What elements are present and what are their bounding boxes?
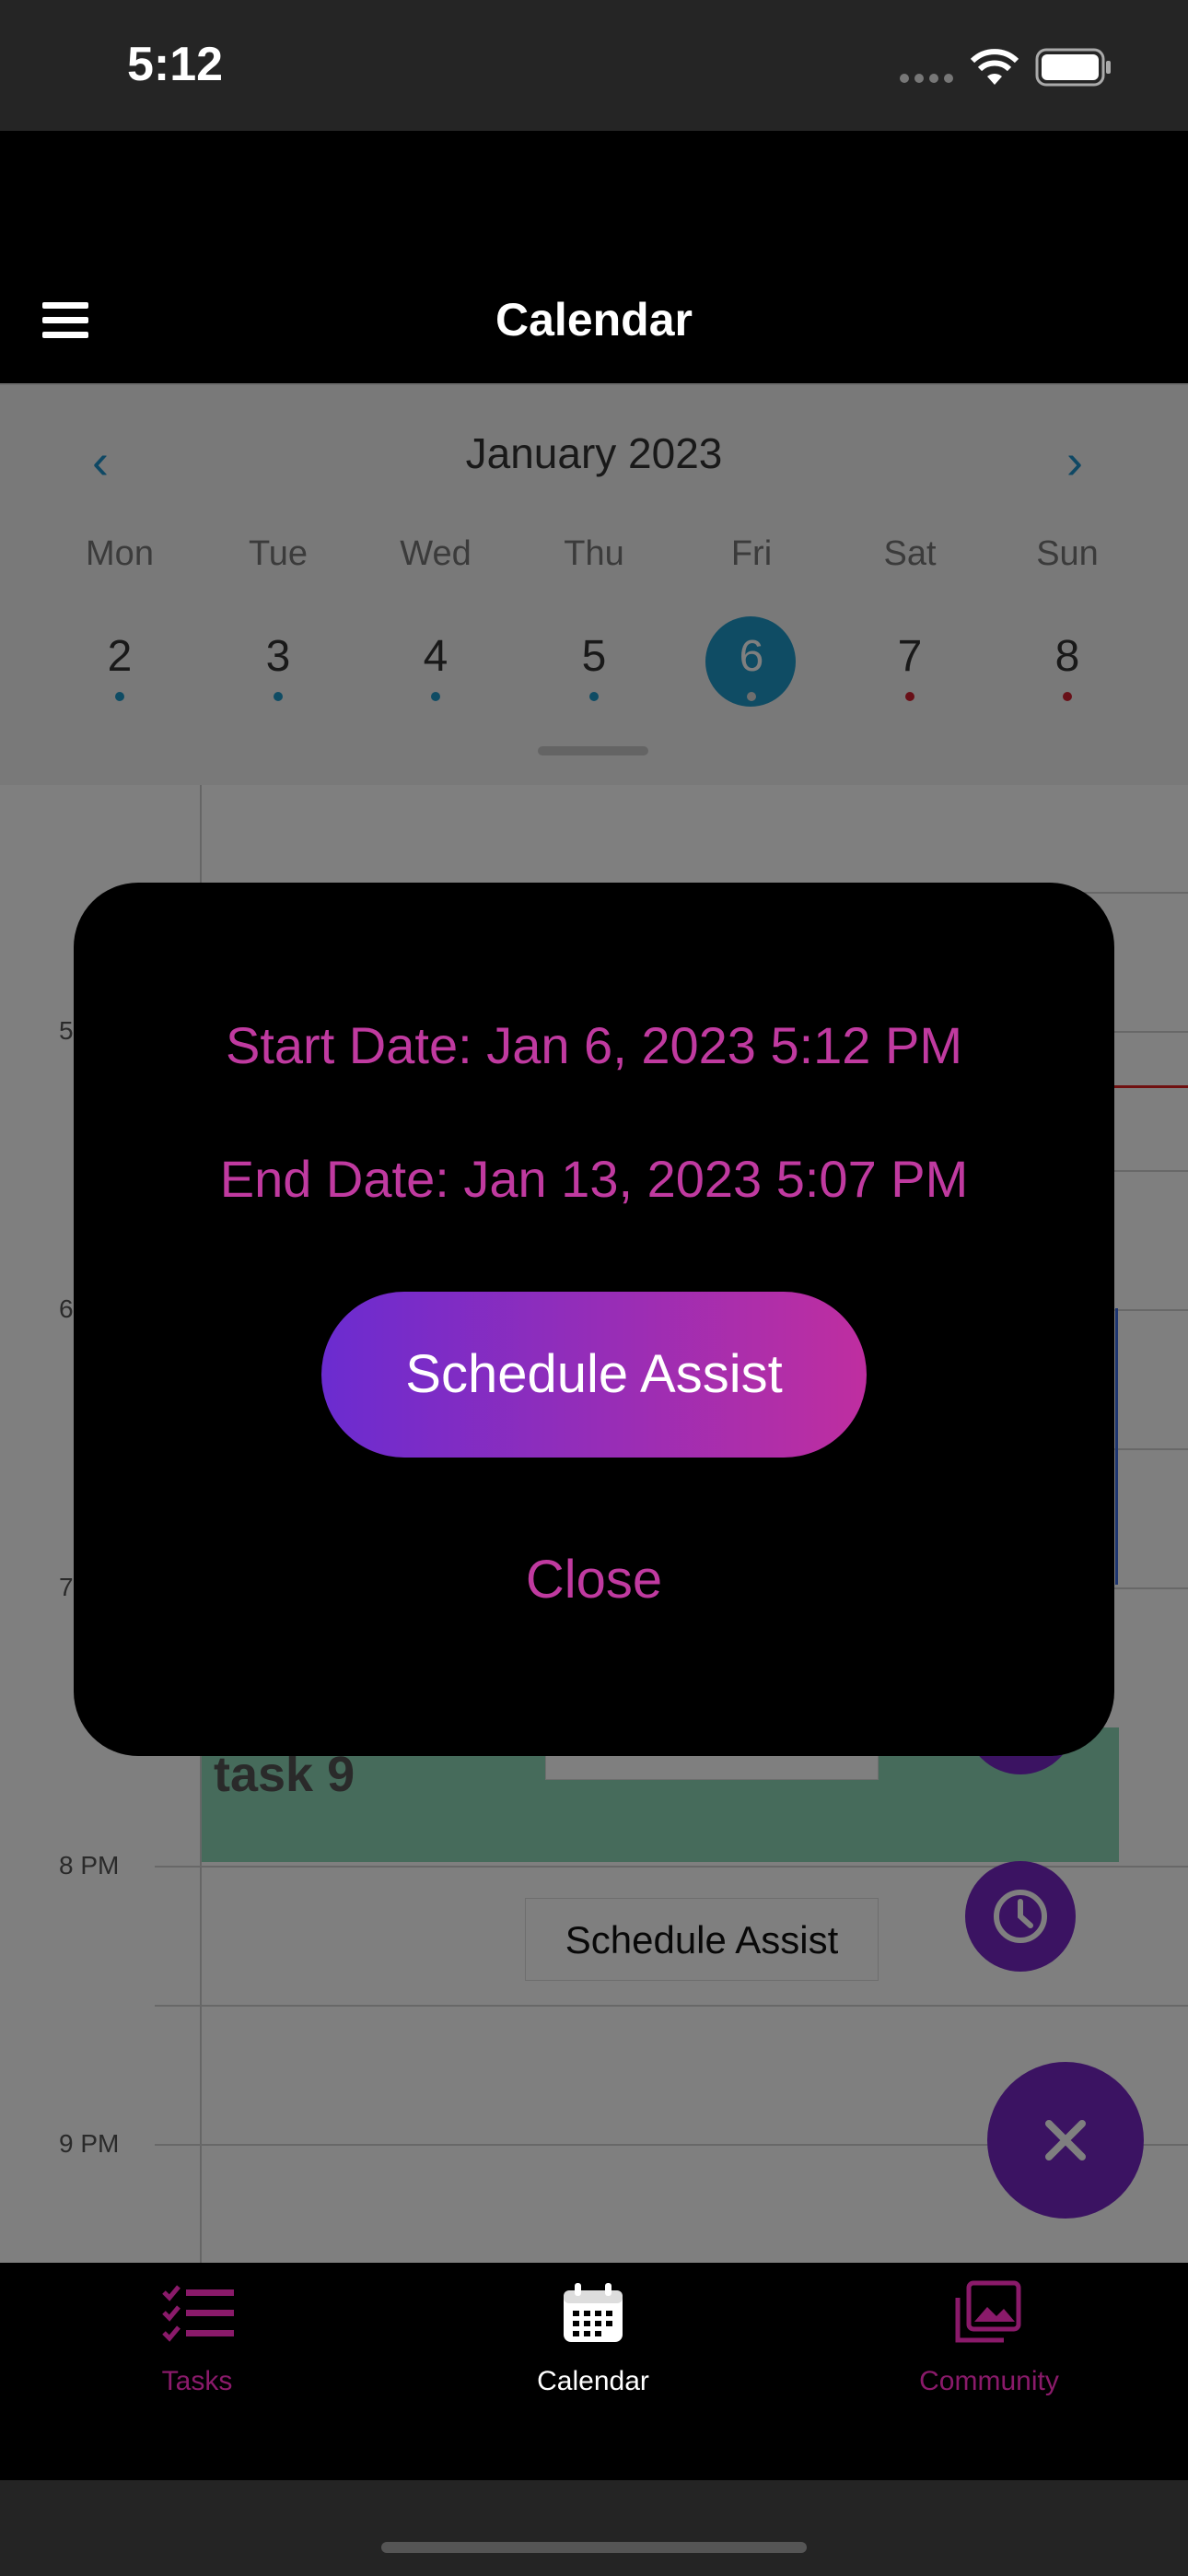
tab-tasks-label[interactable]: Tasks bbox=[59, 2366, 335, 2397]
battery-icon bbox=[1035, 48, 1111, 87]
end-date-text: End Date: Jan 13, 2023 5:07 PM bbox=[219, 1150, 969, 1208]
start-date-text: Start Date: Jan 6, 2023 5:12 PM bbox=[225, 1016, 963, 1074]
home-indicator[interactable] bbox=[381, 2542, 807, 2553]
page-title: Calendar bbox=[495, 294, 693, 345]
home-indicator-area bbox=[0, 2480, 1188, 2576]
tab-community-label[interactable]: Community bbox=[851, 2366, 1127, 2397]
schedule-assist-button[interactable]: Schedule Assist bbox=[321, 1292, 867, 1458]
checklist-icon[interactable] bbox=[160, 2281, 236, 2346]
calendar-icon[interactable] bbox=[560, 2281, 626, 2346]
close-button[interactable]: Close bbox=[479, 1543, 709, 1617]
tab-calendar-label[interactable]: Calendar bbox=[455, 2366, 731, 2397]
wifi-icon bbox=[971, 49, 1019, 85]
status-time: 5:12 bbox=[127, 38, 224, 91]
signal-icon bbox=[900, 74, 953, 83]
photo-gallery-icon[interactable] bbox=[952, 2279, 1022, 2346]
